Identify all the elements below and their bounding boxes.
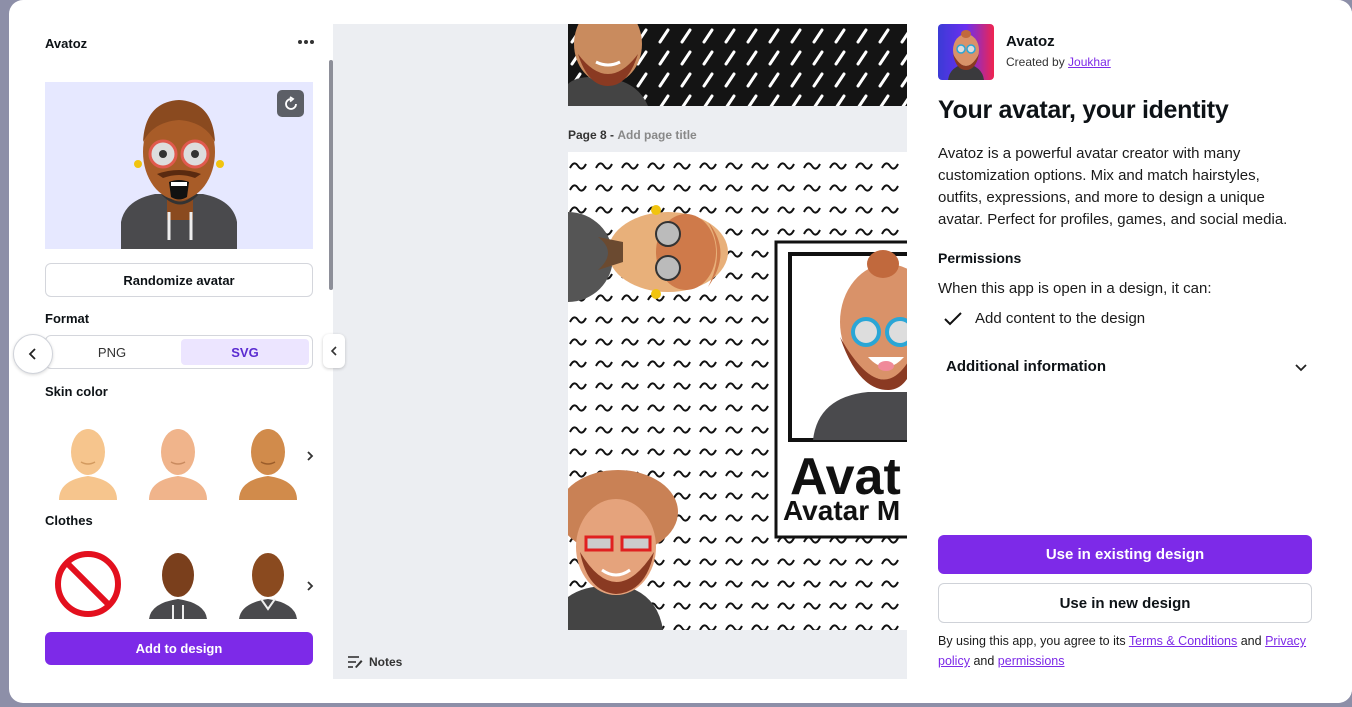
skin-color-label: Skin color [45, 384, 108, 399]
clothes-label: Clothes [45, 513, 93, 528]
additional-information-label: Additional information [946, 358, 1106, 375]
clothes-option[interactable] [145, 549, 211, 619]
created-by: Created by Joukhar [1006, 55, 1111, 69]
format-selector: PNG SVG [45, 335, 313, 369]
format-label: Format [45, 311, 90, 326]
clothes-option[interactable] [235, 549, 301, 619]
terms-text: By using this app, you agree to its Term… [938, 631, 1308, 671]
terms-and: and [1240, 634, 1262, 648]
previous-page[interactable] [568, 24, 907, 106]
avatar-preview-image [121, 100, 237, 249]
design-page[interactable]: Avat Avatar M [568, 152, 907, 630]
permission-item: Add content to the design [943, 310, 1145, 327]
skin-option[interactable] [55, 424, 121, 500]
additional-information-toggle[interactable]: Additional information [946, 358, 1308, 375]
app-modal: Avatoz Randomize avatar Format PNG SVG S… [9, 0, 1352, 703]
permissions-intro: When this app is open in a design, it ca… [938, 280, 1212, 297]
chevron-right-icon[interactable] [303, 579, 317, 593]
chevron-left-icon [28, 348, 36, 360]
page-label[interactable]: Page 8 - Add page title [568, 128, 697, 142]
more-icon[interactable] [295, 32, 317, 52]
app-panel: Avatoz Randomize avatar Format PNG SVG S… [9, 24, 333, 679]
refresh-icon[interactable] [277, 90, 304, 117]
creator-link[interactable]: Joukhar [1068, 55, 1111, 69]
add-to-design-button[interactable]: Add to design [45, 632, 313, 665]
skin-option[interactable] [235, 424, 301, 500]
terms-and-2: and [973, 654, 995, 668]
terms-prefix: By using this app, you agree to its [938, 634, 1126, 648]
back-button[interactable] [13, 334, 53, 374]
app-name: Avatoz [1006, 33, 1055, 50]
permissions-title: Permissions [938, 250, 1022, 266]
page-number: Page 8 - [568, 128, 615, 142]
app-icon [938, 24, 994, 80]
notes-button[interactable]: Notes [347, 655, 402, 669]
app-details-panel: Avatoz Created by Joukhar Your avatar, y… [907, 0, 1352, 703]
collapse-panel-button[interactable] [323, 334, 345, 368]
skin-option[interactable] [145, 424, 211, 500]
use-in-existing-design-button[interactable]: Use in existing design [938, 535, 1312, 574]
chevron-left-icon [330, 346, 337, 356]
app-headline: Your avatar, your identity [938, 96, 1229, 124]
format-option-svg[interactable]: SVG [181, 339, 309, 365]
terms-link[interactable]: Terms & Conditions [1129, 634, 1237, 648]
prohibited-icon[interactable] [53, 549, 123, 619]
panel-title: Avatoz [45, 36, 88, 51]
design-canvas: Page 8 - Add page title Avat Avatar M No… [333, 24, 907, 679]
format-option-png[interactable]: PNG [48, 339, 176, 365]
notes-icon [348, 656, 363, 668]
app-description: Avatoz is a powerful avatar creator with… [938, 145, 1288, 228]
created-by-prefix: Created by [1006, 55, 1065, 69]
permissions-link[interactable]: permissions [998, 654, 1065, 668]
permission-label: Add content to the design [975, 310, 1146, 327]
randomize-avatar-button[interactable]: Randomize avatar [45, 263, 313, 297]
avatar-preview [45, 82, 313, 249]
page-title-input[interactable]: Add page title [617, 128, 696, 142]
use-in-new-design-button[interactable]: Use in new design [938, 583, 1312, 623]
chevron-right-icon[interactable] [303, 449, 317, 463]
chevron-down-icon [1295, 363, 1307, 371]
notes-label: Notes [369, 655, 403, 669]
check-icon [944, 311, 962, 325]
page-subheading-text: Avatar M [783, 495, 900, 526]
